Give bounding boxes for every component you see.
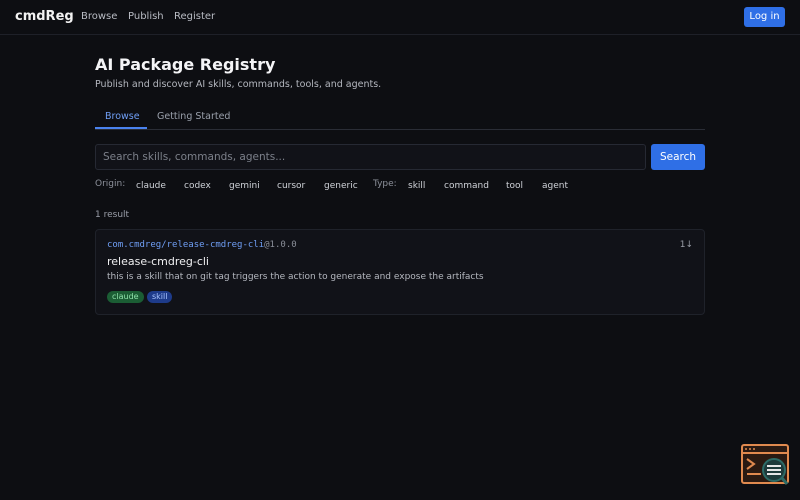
brand-logo[interactable]: cmdReg: [15, 9, 74, 24]
package-description: this is a skill that on git tag triggers…: [107, 272, 484, 282]
result-count: 1 result: [95, 210, 130, 220]
tab-getting-started[interactable]: Getting Started: [157, 111, 230, 122]
type-chip-tool[interactable]: tool: [506, 181, 523, 191]
package-name[interactable]: release-cmdreg-cli: [107, 255, 209, 268]
page-title: AI Package Registry: [95, 55, 276, 74]
top-nav: cmdReg Browse Publish Register Log in: [0, 0, 800, 35]
login-button[interactable]: Log in: [744, 7, 785, 27]
nav-link-publish[interactable]: Publish: [128, 11, 164, 22]
package-version: @1.0.0: [264, 240, 297, 250]
type-chip-agent[interactable]: agent: [542, 181, 568, 191]
origin-chip-gemini[interactable]: gemini: [229, 181, 260, 191]
terminal-search-icon[interactable]: [741, 444, 789, 486]
search-button[interactable]: Search: [651, 144, 705, 170]
origin-chip-claude[interactable]: claude: [136, 181, 166, 191]
tab-bar: Browse Getting Started: [95, 104, 705, 130]
origin-chip-cursor[interactable]: cursor: [277, 181, 305, 191]
search-input[interactable]: [95, 144, 646, 170]
tag-type[interactable]: skill: [147, 291, 173, 303]
tag-origin[interactable]: claude: [107, 291, 144, 303]
nav-link-browse[interactable]: Browse: [81, 11, 117, 22]
package-card[interactable]: com.cmdreg/release-cmdreg-cli@1.0.0 1↓ r…: [95, 229, 705, 315]
type-filter-label: Type:: [373, 179, 397, 189]
type-chip-command[interactable]: command: [444, 181, 489, 191]
active-tab-indicator: [95, 127, 147, 129]
origin-chip-codex[interactable]: codex: [184, 181, 211, 191]
package-id-text[interactable]: com.cmdreg/release-cmdreg-cli: [107, 240, 264, 250]
package-downloads: 1↓: [679, 240, 693, 250]
type-chip-skill[interactable]: skill: [408, 181, 425, 191]
nav-link-register[interactable]: Register: [174, 11, 215, 22]
tab-browse[interactable]: Browse: [105, 111, 140, 122]
origin-filter-label: Origin:: [95, 179, 126, 189]
page-subtitle: Publish and discover AI skills, commands…: [95, 79, 382, 90]
origin-chip-generic[interactable]: generic: [324, 181, 358, 191]
package-id[interactable]: com.cmdreg/release-cmdreg-cli@1.0.0: [107, 240, 297, 250]
